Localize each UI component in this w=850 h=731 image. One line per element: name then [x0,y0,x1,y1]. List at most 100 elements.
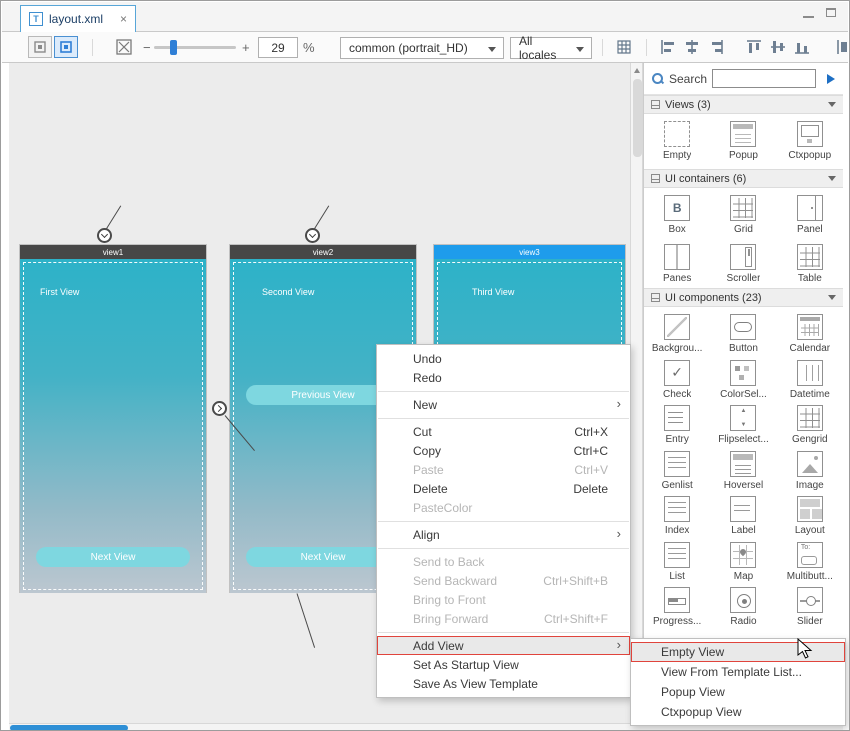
zoom-slider-handle[interactable] [170,40,177,55]
menu-item-set-as-startup-view[interactable]: Set As Startup View [377,655,630,674]
palette-item-image[interactable]: Image [778,451,842,492]
view1-frame[interactable]: view1 First View Next View [19,244,207,593]
menu-item-send-backward[interactable]: Send BackwardCtrl+Shift+B [377,571,630,590]
align-bottom-icon[interactable] [792,37,812,57]
palette-item-multibutton[interactable]: Multibutt... [778,542,842,583]
transition-pin-view1[interactable] [97,228,112,243]
palette-item-datetime[interactable]: Datetime [778,360,842,401]
search-input[interactable] [712,69,816,88]
menu-item-undo[interactable]: Undo [377,349,630,368]
palette-item-radio[interactable]: Radio [711,587,775,628]
palette-item-hoversel[interactable]: Hoversel [711,451,775,492]
vertical-scrollbar[interactable] [630,63,643,723]
align-top-icon[interactable] [744,37,764,57]
grid-toggle-button[interactable] [612,36,636,58]
palette-item-map[interactable]: Map [711,542,775,583]
menu-item-copy[interactable]: CopyCtrl+C [377,441,630,460]
maximize-button[interactable] [826,8,836,17]
palette-item-progressbar[interactable]: Progress... [645,587,709,628]
menu-item-paste[interactable]: PasteCtrl+V [377,460,630,479]
palette-item-button[interactable]: Button [711,314,775,355]
menu-item-save-as-view-template[interactable]: Save As View Template [377,674,630,693]
search-go-icon[interactable] [827,74,835,84]
zoom-slider-track[interactable] [154,46,236,49]
zoom-percent-input[interactable] [258,37,298,58]
progressbar-icon [664,587,690,613]
palette-item-table[interactable]: Table [778,244,842,288]
palette-item-index[interactable]: Index [645,496,709,537]
palette-item-panel[interactable]: Panel [778,195,842,239]
menu-item-delete[interactable]: DeleteDelete [377,479,630,498]
palette-item-background[interactable]: Backgrou... [645,314,709,355]
collapse-caret-icon[interactable] [828,176,836,181]
menu-item-align[interactable]: Align [377,525,630,544]
transition-node[interactable] [212,401,227,416]
section-header-containers[interactable]: UI containers (6) [644,169,843,188]
vertical-scrollbar-thumb[interactable] [633,79,642,157]
scroll-up-icon[interactable] [634,68,640,73]
submenu-item-popup-view[interactable]: Popup View [631,682,845,702]
palette-item-genlist[interactable]: Genlist [645,451,709,492]
menu-item-cut[interactable]: CutCtrl+X [377,422,630,441]
search-label: Search [669,72,707,86]
horizontal-scrollbar-thumb[interactable] [10,725,128,731]
panes-icon [664,244,690,270]
submenu-item-view-from-template-list[interactable]: View From Template List... [631,662,845,682]
collapse-caret-icon[interactable] [828,295,836,300]
align-middle-vertical-icon[interactable] [768,37,788,57]
menu-item-add-view[interactable]: Add View [377,636,630,655]
chevron-right-icon [215,405,222,412]
palette-item-calendar[interactable]: Calendar [778,314,842,355]
palette-item-check[interactable]: Check [645,360,709,401]
palette-item-box[interactable]: Box [645,195,709,239]
align-left-icon[interactable] [658,37,678,57]
resolution-dropdown[interactable]: common (portrait_HD) [340,37,504,59]
tab-close-icon[interactable]: × [120,12,127,26]
palette-item-colorselector[interactable]: ColorSel... [711,360,775,401]
genlist-icon [664,451,690,477]
design-view-button[interactable] [28,36,52,58]
palette-panel: Search Views (3) Empty Popup Ctxpopup [643,63,843,723]
menu-item-new[interactable]: New [377,395,630,414]
palette-item-label[interactable]: Label [711,496,775,537]
menu-item-bring-forward[interactable]: Bring ForwardCtrl+Shift+F [377,609,630,628]
palette-item-entry[interactable]: Entry [645,405,709,446]
menu-item-pastecolor[interactable]: PasteColor [377,498,630,517]
palette-item-flipselector[interactable]: Flipselect... [711,405,775,446]
align-right-icon[interactable] [706,37,726,57]
palette-item-ctxpopup[interactable]: Ctxpopup [778,121,842,169]
section-icon [651,293,660,302]
palette-item-scroller[interactable]: Scroller [711,244,775,288]
palette-search-row: Search [644,63,843,95]
locales-dropdown[interactable]: All locales [510,37,592,59]
box-icon [664,195,690,221]
preview-view-button[interactable] [54,36,78,58]
submenu-item-ctxpopup-view[interactable]: Ctxpopup View [631,702,845,722]
zoom-out-icon[interactable]: − [143,40,151,55]
view1-body[interactable]: First View Next View [20,259,206,593]
palette-item-popup[interactable]: Popup [711,121,775,169]
menu-item-send-to-back[interactable]: Send to Back [377,552,630,571]
palette-item-panes[interactable]: Panes [645,244,709,288]
section-header-components[interactable]: UI components (23) [644,288,843,307]
tab-layout-xml[interactable]: T layout.xml × [20,5,136,32]
collapse-caret-icon[interactable] [828,102,836,107]
align-center-horizontal-icon[interactable] [682,37,702,57]
distribute-horizontal-icon[interactable] [834,37,848,57]
transition-pin-view2[interactable] [305,228,320,243]
palette-item-layout[interactable]: Layout [778,496,842,537]
menu-item-redo[interactable]: Redo [377,368,630,387]
view1-next-button[interactable]: Next View [36,547,190,567]
palette-item-empty[interactable]: Empty [645,121,709,169]
search-icon [652,73,664,85]
palette-item-grid[interactable]: Grid [711,195,775,239]
zoom-in-icon[interactable]: + [242,40,250,55]
palette-item-slider[interactable]: Slider [778,587,842,628]
section-header-views[interactable]: Views (3) [644,95,843,114]
fit-to-window-button[interactable] [112,36,136,58]
palette-item-list[interactable]: List [645,542,709,583]
menu-item-bring-to-front[interactable]: Bring to Front [377,590,630,609]
palette-item-gengrid[interactable]: Gengrid [778,405,842,446]
minimize-button[interactable] [803,8,814,18]
chevron-down-icon [576,47,584,52]
